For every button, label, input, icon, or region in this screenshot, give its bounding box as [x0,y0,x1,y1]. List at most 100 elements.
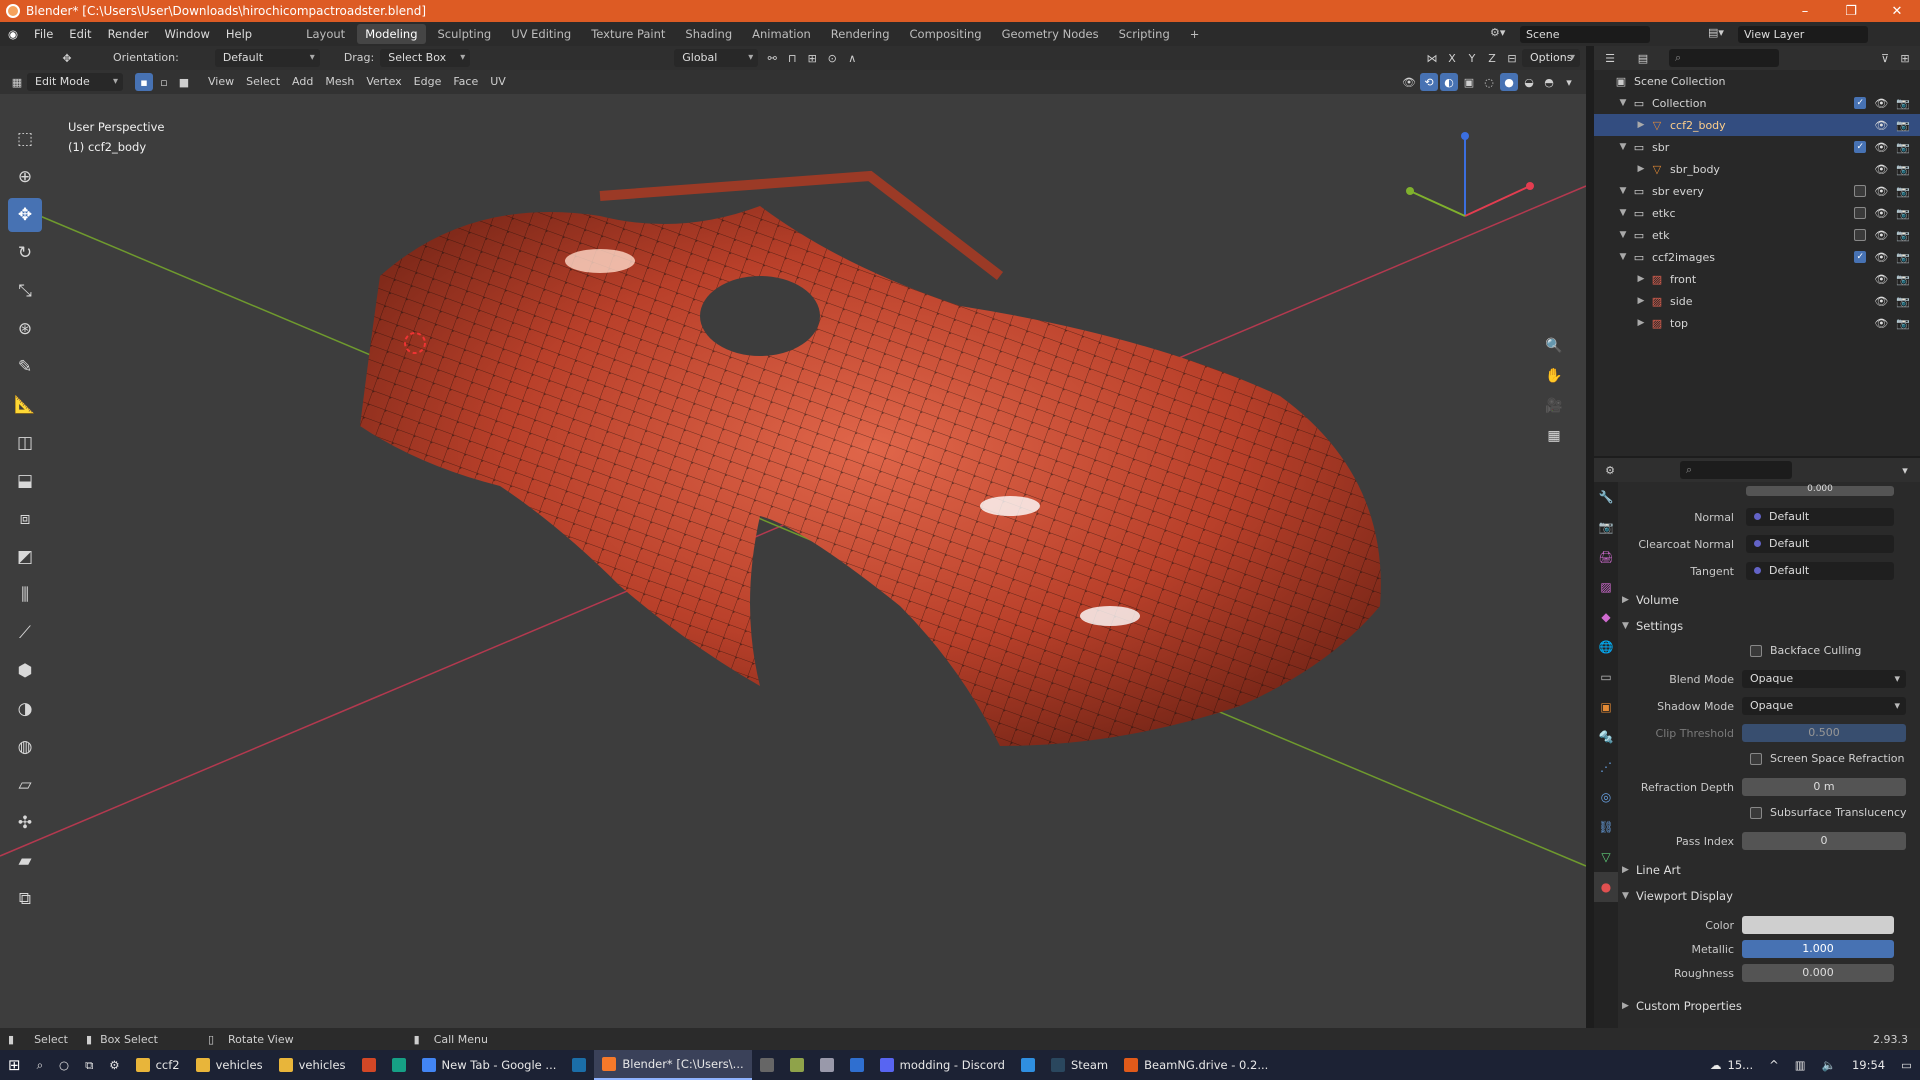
camera-render-icon[interactable]: 📷 [1896,251,1910,264]
menu-window[interactable]: Window [157,22,218,46]
loop-cut-icon[interactable]: ⫼ [8,578,42,612]
taskbar-app-button[interactable] [752,1050,782,1080]
disclosure-triangle-icon[interactable]: ▼ [1618,142,1628,152]
viewport-scene[interactable] [0,46,1586,1028]
axis-gizmo[interactable] [1406,132,1534,217]
add-cube-icon[interactable]: ◫ [8,426,42,460]
outliner-row[interactable]: ▶ ▽ sbr_body 👁 📷 [1594,158,1920,180]
outliner-editor-icon[interactable]: ☰ [1601,49,1619,67]
disclosure-triangle-icon[interactable]: ▶ [1636,318,1646,328]
disclosure-triangle-icon[interactable]: ▼ [1618,186,1628,196]
outliner-row[interactable]: ▼ ▭ Collection ✓ 👁 📷 [1594,92,1920,114]
tab-animation[interactable]: Animation [744,24,819,44]
notification-icon[interactable]: ▭ [1893,1050,1920,1080]
overlay-icon[interactable]: ◐ [1440,73,1458,91]
menu-mesh[interactable]: Mesh [319,73,360,91]
tool-tab-icon[interactable]: 🔧 [1594,482,1618,512]
ssr-checkbox[interactable]: Screen Space Refraction [1750,752,1905,765]
bevel-icon[interactable]: ◩ [8,540,42,574]
vertex-select-icon[interactable]: ▪ [135,73,153,91]
menu-render[interactable]: Render [100,22,157,46]
disclosure-triangle-icon[interactable]: ▼ [1618,98,1628,108]
camera-render-icon[interactable]: 📷 [1896,207,1910,220]
gizmo-icon[interactable]: ⟲ [1420,73,1438,91]
pass-index-field[interactable]: 0 [1742,832,1906,850]
eye-icon[interactable]: 👁 [1874,273,1888,286]
material-tab-icon[interactable]: ● [1594,872,1618,902]
eye-icon[interactable]: 👁 [1874,229,1888,242]
ortho-grid-icon[interactable]: ▦ [1542,424,1566,448]
taskbar-app-button[interactable]: BeamNG.drive - 0.2... [1116,1050,1276,1080]
normal-field[interactable]: Default [1746,508,1894,526]
task-view-icon[interactable]: ⧉ [77,1050,101,1080]
taskbar-app-button[interactable]: modding - Discord [872,1050,1013,1080]
close-icon[interactable]: ✕ [1874,0,1920,22]
disclosure-triangle-icon[interactable]: ▼ [1618,208,1628,218]
view-layer-tab-icon[interactable]: ▨ [1594,572,1618,602]
properties-editor-icon[interactable]: ⚙ [1601,461,1619,479]
editor-type-icon[interactable]: ▦ [8,73,26,91]
knife-icon[interactable]: ⟋ [8,616,42,650]
menu-file[interactable]: File [26,22,61,46]
eye-icon[interactable]: 👁 [1874,317,1888,330]
volume-icon[interactable]: 🔈 [1814,1050,1844,1080]
camera-render-icon[interactable]: 📷 [1896,273,1910,286]
camera-render-icon[interactable]: 📷 [1896,163,1910,176]
move-tool-icon[interactable]: ✥ [58,49,76,67]
taskbar-app-button[interactable] [812,1050,842,1080]
display-mode-icon[interactable]: ▤ [1634,49,1652,67]
pan-hand-icon[interactable]: ✋ [1542,364,1566,388]
menu-edge[interactable]: Edge [408,73,448,91]
move-icon[interactable]: ✥ [8,198,42,232]
visibility-icon[interactable]: 👁 [1400,73,1418,91]
snap-target-icon[interactable]: ⊞ [803,49,821,67]
color-swatch[interactable] [1742,916,1894,934]
select-box-icon[interactable]: ⬚ [8,122,42,156]
inset-icon[interactable]: ⧈ [8,502,42,536]
extrude-icon[interactable]: ⬓ [8,464,42,498]
tab-shading[interactable]: Shading [677,24,740,44]
shading-wireframe-icon[interactable]: ◌ [1480,73,1498,91]
maximize-icon[interactable]: ❐ [1828,0,1874,22]
orientation-dropdown[interactable]: Default [214,49,320,67]
exclude-checkbox[interactable] [1854,184,1867,197]
falloff-icon[interactable]: ∧ [843,49,861,67]
outliner-search-field[interactable]: ⌕ [1669,49,1779,67]
spin-icon[interactable]: ◑ [8,692,42,726]
disclosure-triangle-icon[interactable]: ▶ [1636,296,1646,306]
poly-build-icon[interactable]: ⬢ [8,654,42,688]
camera-render-icon[interactable]: 📷 [1896,141,1910,154]
taskbar-app-button[interactable]: Steam [1043,1050,1116,1080]
eye-icon[interactable]: 👁 [1874,97,1888,110]
mirror-icon[interactable]: ⋈ [1423,49,1441,67]
taskbar-app-button[interactable] [782,1050,812,1080]
car-body-mesh[interactable] [360,170,1381,746]
tab-texture-paint[interactable]: Texture Paint [583,24,673,44]
taskbar-app-button[interactable]: vehicles [271,1050,354,1080]
eye-icon[interactable]: 👁 [1874,119,1888,132]
camera-render-icon[interactable]: 📷 [1896,97,1910,110]
blender-menu-icon[interactable]: ◉ [0,22,26,46]
rotate-icon[interactable]: ↻ [8,236,42,270]
camera-icon[interactable]: 🎥 [1542,394,1566,418]
start-button[interactable]: ⊞ [0,1050,29,1080]
tab-uv-editing[interactable]: UV Editing [503,24,579,44]
viewport-display-section[interactable]: ▼ Viewport Display [1622,884,1918,908]
eye-icon[interactable]: 👁 [1874,163,1888,176]
output-tab-icon[interactable]: 🖨 [1594,542,1618,572]
menu-edit[interactable]: Edit [61,22,99,46]
taskbar-app-button[interactable] [564,1050,594,1080]
scale-icon[interactable]: ⤡ [8,274,42,308]
3d-viewport[interactable]: ✥ Orientation: Default Drag: Select Box … [0,46,1586,1028]
render-tab-icon[interactable]: 📷 [1594,512,1618,542]
tray-chevron-icon[interactable]: ^ [1761,1050,1787,1080]
settings-icon[interactable]: ⚙ [101,1050,127,1080]
shrink-fatten-icon[interactable]: ✣ [8,806,42,840]
eye-icon[interactable]: 👁 [1874,295,1888,308]
tangent-field[interactable]: Default [1746,562,1894,580]
properties-options-icon[interactable]: ▾ [1896,461,1914,479]
blend-mode-dropdown[interactable]: Opaque [1742,670,1906,688]
modifier-tab-icon[interactable]: 🔩 [1594,722,1618,752]
outliner-row[interactable]: ▼ ▭ etk 👁 📷 [1594,224,1920,246]
drag-dropdown[interactable]: Select Box [380,49,471,67]
